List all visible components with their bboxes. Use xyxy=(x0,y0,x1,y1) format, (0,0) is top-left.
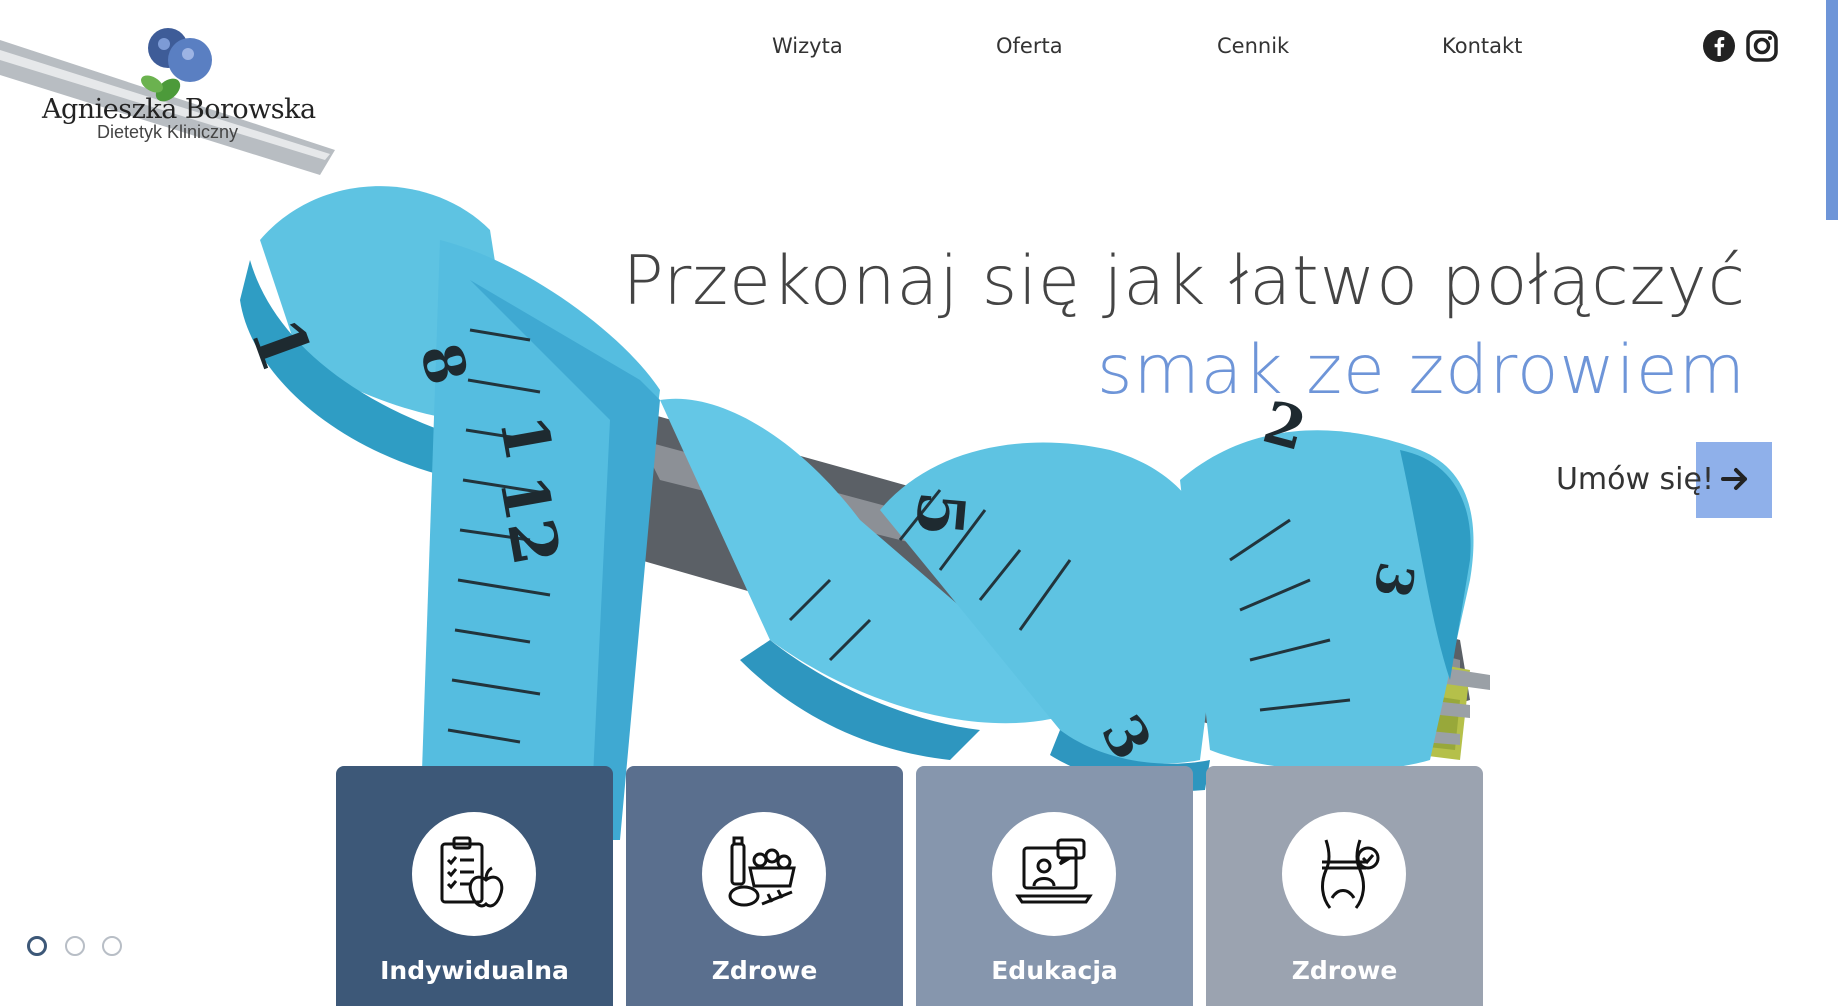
service-card-indywidualna[interactable]: Indywidualna xyxy=(336,766,613,1006)
service-card-zdrowe-2[interactable]: Zdrowe xyxy=(1206,766,1483,1006)
arrow-right-icon xyxy=(1721,468,1747,490)
card-icon-circle xyxy=(702,812,826,936)
slider-dot-3[interactable] xyxy=(102,936,122,956)
headline-line-1: Przekonaj się jak łatwo połączyć xyxy=(622,242,1746,321)
service-card-edukacja[interactable]: Edukacja xyxy=(916,766,1193,1006)
slider-dot-1[interactable] xyxy=(27,936,47,956)
hero-headline: Przekonaj się jak łatwo połączyć smak ze… xyxy=(623,236,1746,414)
nav-item-oferta[interactable]: Oferta xyxy=(996,34,1063,58)
service-card-zdrowe[interactable]: Zdrowe xyxy=(626,766,903,1006)
svg-text:5: 5 xyxy=(900,489,979,540)
healthy-groceries-icon xyxy=(728,836,796,907)
nav-item-kontakt[interactable]: Kontakt xyxy=(1442,34,1522,58)
book-appointment-button[interactable]: Umów się! xyxy=(1512,442,1772,518)
scroll-indicator[interactable] xyxy=(1826,0,1838,220)
logo-subtitle: Dietetyk Kliniczny xyxy=(97,122,239,142)
instagram-icon[interactable] xyxy=(1746,30,1778,62)
diet-plan-apple-icon xyxy=(440,836,504,908)
main-navigation: Wizyta Oferta Cennik Kontakt xyxy=(0,34,1838,64)
body-measurement-icon xyxy=(1321,839,1380,909)
card-icon-circle xyxy=(992,812,1116,936)
card-icon-circle xyxy=(1282,812,1406,936)
nav-item-wizyta[interactable]: Wizyta xyxy=(772,34,843,58)
slider-dot-2[interactable] xyxy=(65,936,85,956)
facebook-icon[interactable] xyxy=(1703,30,1735,62)
card-title: Edukacja xyxy=(991,956,1118,985)
svg-text:12: 12 xyxy=(484,470,573,571)
headline-line-2: smak ze zdrowiem xyxy=(1097,331,1746,410)
cta-label: Umów się! xyxy=(1555,462,1714,497)
card-title: Zdrowe xyxy=(711,956,818,985)
logo-name: Agnieszka Borowska xyxy=(42,94,316,125)
card-icon-circle xyxy=(412,812,536,936)
nav-item-cennik[interactable]: Cennik xyxy=(1217,34,1289,58)
online-consultation-icon xyxy=(1015,838,1093,904)
card-title: Zdrowe xyxy=(1291,956,1398,985)
card-title: Indywidualna xyxy=(380,956,569,985)
